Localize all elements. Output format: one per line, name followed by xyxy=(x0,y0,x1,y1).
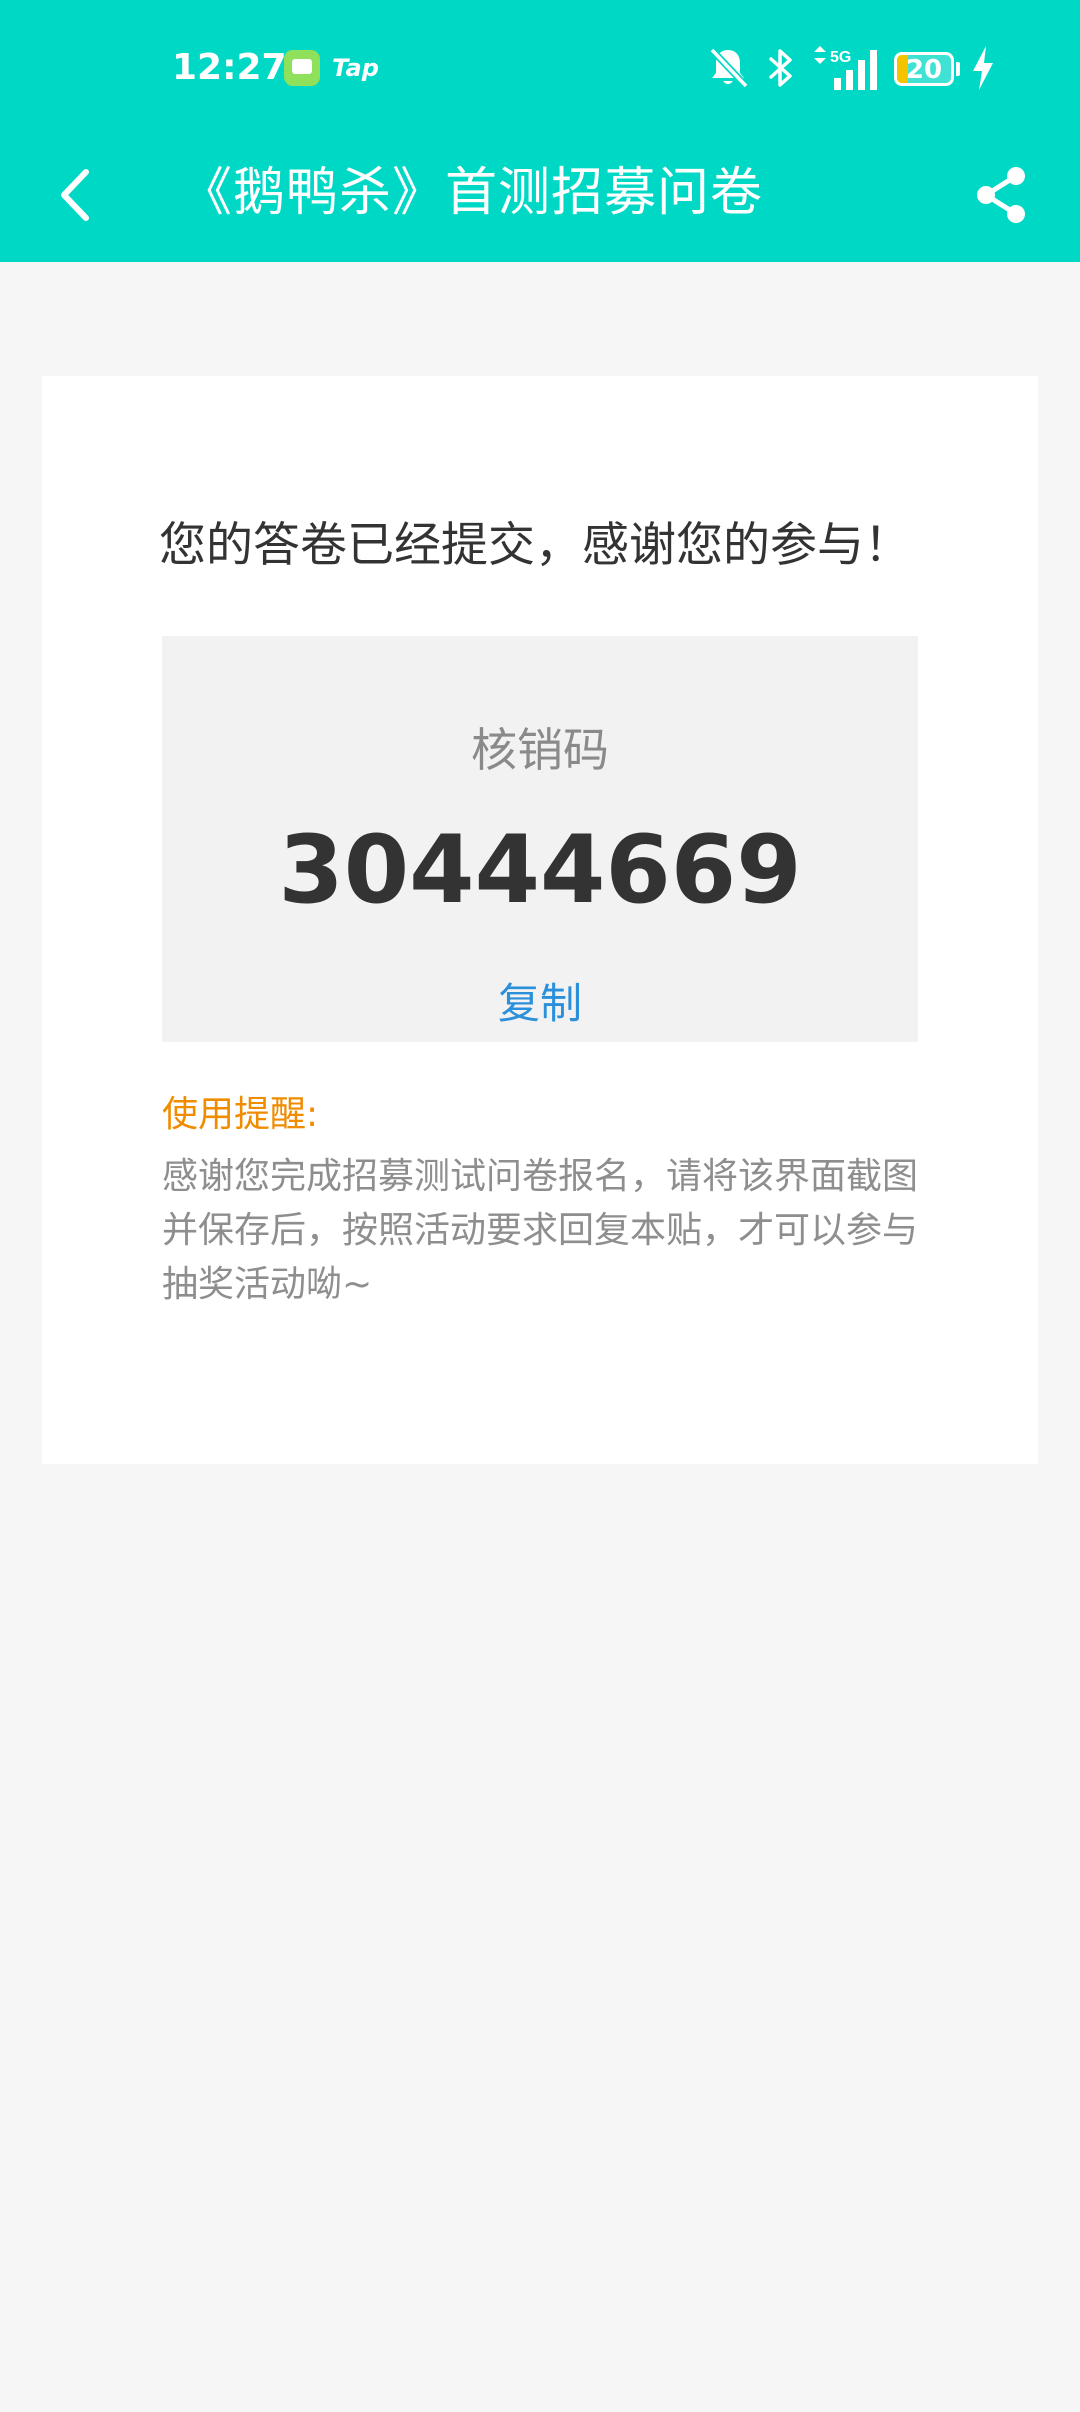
status-indicators: 5G 20 xyxy=(708,44,1008,92)
result-card: 您的答卷已经提交，感谢您的参与！ 核销码 30444669 复制 使用提醒: 感… xyxy=(42,376,1038,1464)
share-icon xyxy=(977,167,1025,223)
bolt-icon xyxy=(973,46,993,90)
status-bar: 12:27 Tap 5G 20 xyxy=(0,0,1080,136)
code-box: 核销码 30444669 复制 xyxy=(162,636,918,1042)
back-button[interactable] xyxy=(46,160,110,230)
signal-icon: 5G xyxy=(814,46,877,90)
chat-app-icon xyxy=(284,50,320,86)
battery-level: 20 xyxy=(905,55,943,85)
copy-button[interactable]: 复制 xyxy=(162,976,918,1032)
battery-tip xyxy=(956,62,960,76)
app-header: 12:27 Tap 5G 20 《鹅鸭杀》首测招募问卷 xyxy=(0,0,1080,262)
network-label: 5G xyxy=(830,49,851,66)
success-message: 您的答卷已经提交，感谢您的参与！ xyxy=(159,518,911,573)
nav-bar: 《鹅鸭杀》首测招募问卷 xyxy=(0,136,1080,262)
verification-code[interactable]: 30444669 xyxy=(162,816,918,926)
page-title: 《鹅鸭杀》首测招募问卷 xyxy=(180,163,764,223)
status-time: 12:27 xyxy=(172,47,287,88)
share-button[interactable] xyxy=(972,160,1032,230)
chevron-left-icon xyxy=(61,169,89,221)
tap-app-label: Tap xyxy=(332,54,379,82)
tip-heading: 使用提醒: xyxy=(162,1094,319,1135)
code-label: 核销码 xyxy=(471,723,609,777)
bell-off-icon xyxy=(709,47,748,89)
bluetooth-icon xyxy=(769,49,792,87)
battery-indicator: 20 xyxy=(894,52,954,86)
tip-body: 感谢您完成招募测试问卷报名，请将该界面截图并保存后，按照活动要求回复本贴，才可以… xyxy=(162,1156,919,1305)
